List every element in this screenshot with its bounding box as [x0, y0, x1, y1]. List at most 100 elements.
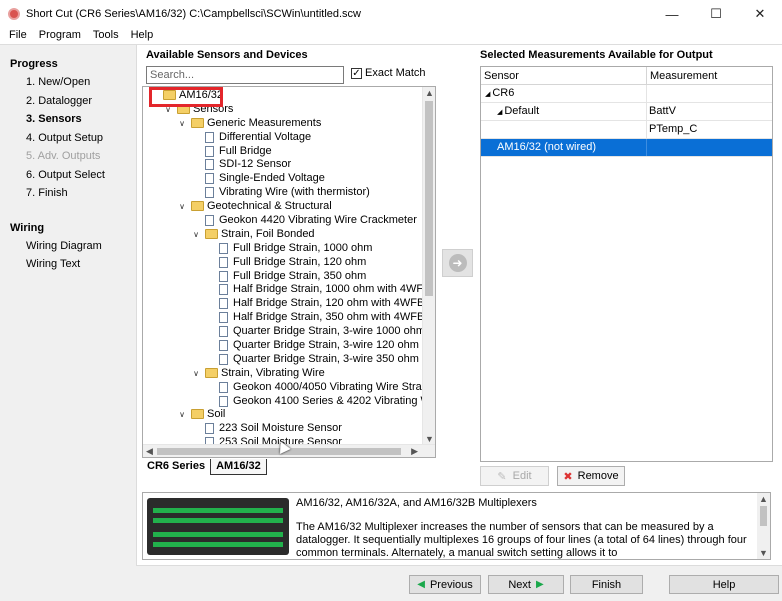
- column-header-sensor[interactable]: Sensor: [481, 67, 647, 84]
- tree-item[interactable]: SDI-12 Sensor: [143, 158, 423, 172]
- tree-item[interactable]: ∨ Generic Measurements: [143, 117, 423, 131]
- tree-item[interactable]: Full Bridge Strain, 350 ohm: [143, 270, 423, 284]
- tree-item[interactable]: Differential Voltage: [143, 131, 423, 145]
- nav-step-output-select[interactable]: 6. Output Select: [0, 166, 136, 185]
- tree-item[interactable]: Half Bridge Strain, 1000 ohm with 4WF: [143, 283, 423, 297]
- tree-vertical-scrollbar[interactable]: ▲ ▼: [422, 87, 435, 445]
- tree-item[interactable]: ∨ Strain, Foil Bonded: [143, 228, 423, 242]
- info-scroll-down-icon[interactable]: ▼: [759, 548, 768, 558]
- document-icon: [205, 173, 214, 185]
- nav-step-datalogger[interactable]: 2. Datalogger: [0, 92, 136, 111]
- help-button[interactable]: Help: [669, 575, 779, 594]
- tree-item[interactable]: Single-Ended Voltage: [143, 172, 423, 186]
- tab-am16-32[interactable]: AM16/32: [210, 459, 267, 475]
- wiring-heading: Wiring: [10, 221, 45, 234]
- document-icon: [219, 242, 228, 254]
- minimize-icon[interactable]: —: [650, 0, 694, 28]
- output-row[interactable]: AM16/32 (not wired): [481, 139, 772, 157]
- info-heading: AM16/32, AM16/32A, and AM16/32B Multiple…: [296, 497, 537, 509]
- folder-icon: [205, 228, 218, 239]
- document-icon: [205, 159, 214, 171]
- selection-highlight-box: [149, 87, 223, 107]
- output-row[interactable]: ◢ CR6: [481, 85, 772, 103]
- tree-item[interactable]: ∨ Geotechnical & Structural: [143, 200, 423, 214]
- tree-item[interactable]: Full Bridge Strain, 1000 ohm: [143, 242, 423, 256]
- arrow-right-icon: ➜: [448, 254, 467, 272]
- info-scroll-up-icon[interactable]: ▲: [759, 494, 768, 504]
- tree-item[interactable]: Geokon 4100 Series & 4202 Vibrating W: [143, 395, 431, 409]
- tree-item[interactable]: 223 Soil Moisture Sensor: [143, 422, 423, 436]
- scroll-down-icon[interactable]: ▼: [425, 434, 434, 444]
- sensor-tree[interactable]: AM16/32 ∨ Sensors ∨ Generic Measurements Diff…: [142, 86, 436, 458]
- exact-match-checkbox[interactable]: ✓: [351, 67, 362, 79]
- window-title: Short Cut (CR6 Series\AM16/32) C:\Campbe…: [26, 8, 362, 20]
- nav-step-sensors[interactable]: 3. Sensors: [0, 110, 136, 129]
- menu-program[interactable]: Program: [33, 29, 87, 41]
- measurement-cell: [647, 85, 757, 102]
- tree-expand-icon[interactable]: ∨: [177, 408, 187, 422]
- document-icon: [219, 270, 228, 282]
- tree-item[interactable]: ∨ Strain, Vibrating Wire: [143, 367, 423, 381]
- tree-item[interactable]: Full Bridge Strain, 120 ohm: [143, 256, 423, 270]
- tree-vertical-scroll-thumb[interactable]: [425, 101, 433, 296]
- nav-step-finish[interactable]: 7. Finish: [0, 184, 136, 203]
- tree-expand-icon[interactable]: ∨: [191, 367, 201, 381]
- tree-item-label: Geokon 4000/4050 Vibrating Wire Strai: [233, 380, 425, 393]
- document-icon: [205, 187, 214, 199]
- folder-icon: [191, 201, 204, 212]
- menu-file[interactable]: File: [0, 29, 33, 41]
- document-icon: [219, 381, 228, 393]
- exact-match-option[interactable]: ✓ Exact Match: [351, 67, 426, 79]
- scroll-left-icon[interactable]: ◀: [146, 446, 153, 457]
- nav-step-adv-outputs: 5. Adv. Outputs: [26, 150, 101, 162]
- nav-wiring-diagram[interactable]: Wiring Diagram: [0, 237, 136, 256]
- remove-button[interactable]: ✖ Remove: [557, 466, 625, 486]
- tree-expand-icon[interactable]: ∨: [177, 200, 187, 214]
- tree-item-label: Strain, Vibrating Wire: [221, 366, 325, 379]
- tree-item[interactable]: Vibrating Wire (with thermistor): [143, 186, 423, 200]
- tree-item[interactable]: Quarter Bridge Strain, 3-wire 120 ohm: [143, 339, 423, 353]
- tree-item-label: Full Bridge: [219, 144, 272, 157]
- output-row[interactable]: ◢ Default BattV: [481, 103, 772, 121]
- tree-item[interactable]: Geokon 4000/4050 Vibrating Wire Strai: [143, 380, 425, 395]
- nav-step-new-open[interactable]: 1. New/Open: [0, 73, 136, 92]
- tree-item[interactable]: Quarter Bridge Strain, 3-wire 350 ohm: [143, 353, 423, 367]
- document-icon: [205, 423, 214, 435]
- column-header-measurement[interactable]: Measurement: [647, 67, 757, 84]
- progress-nav: Progress 1. New/Open 2. Datalogger 3. Se…: [0, 45, 136, 601]
- scroll-right-icon[interactable]: ▶: [411, 446, 418, 457]
- add-sensor-button[interactable]: ➜: [442, 249, 473, 277]
- content-area: Progress 1. New/Open 2. Datalogger 3. Se…: [0, 44, 782, 601]
- scroll-up-icon[interactable]: ▲: [425, 88, 434, 98]
- tree-item[interactable]: Quarter Bridge Strain, 3-wire 1000 ohm: [143, 325, 425, 339]
- nav-step-output-setup[interactable]: 4. Output Setup: [0, 129, 136, 148]
- tree-item-label: Single-Ended Voltage: [219, 172, 325, 185]
- sensor-tree-list: AM16/32 ∨ Sensors ∨ Generic Measurements Diff…: [143, 89, 431, 450]
- next-button[interactable]: Next ▶: [488, 575, 564, 594]
- tree-item[interactable]: Geokon 4420 Vibrating Wire Crackmeter: [143, 214, 423, 228]
- search-input[interactable]: Search...: [146, 66, 344, 84]
- tree-item[interactable]: Full Bridge: [143, 145, 423, 159]
- info-scrollbar[interactable]: ▲ ▼: [757, 493, 770, 559]
- nav-wiring-text[interactable]: Wiring Text: [0, 255, 136, 274]
- tab-cr6-series[interactable]: CR6 Series: [142, 459, 210, 475]
- tree-item[interactable]: Half Bridge Strain, 350 ohm with 4WFB: [143, 311, 424, 325]
- document-icon: [219, 298, 228, 310]
- tree-item[interactable]: Half Bridge Strain, 120 ohm with 4WFB: [143, 297, 424, 311]
- close-icon[interactable]: ✕: [738, 0, 782, 28]
- tree-item[interactable]: ∨ Soil: [143, 408, 423, 422]
- previous-button[interactable]: ◀ Previous: [409, 575, 481, 594]
- tree-expand-icon[interactable]: ∨: [177, 117, 187, 131]
- tree-expand-icon[interactable]: ∨: [191, 228, 201, 242]
- menu-help[interactable]: Help: [125, 29, 160, 41]
- finish-button[interactable]: Finish: [570, 575, 643, 594]
- document-icon: [205, 145, 214, 157]
- tree-item-label: Strain, Foil Bonded: [221, 227, 315, 240]
- document-icon: [219, 256, 228, 268]
- sensor-cell: AM16/32 (not wired): [497, 141, 597, 153]
- output-row[interactable]: PTemp_C: [481, 121, 772, 139]
- maximize-icon[interactable]: ☐: [694, 0, 738, 28]
- info-scroll-thumb[interactable]: [760, 506, 767, 526]
- menu-tools[interactable]: Tools: [87, 29, 125, 41]
- document-icon: [205, 215, 214, 227]
